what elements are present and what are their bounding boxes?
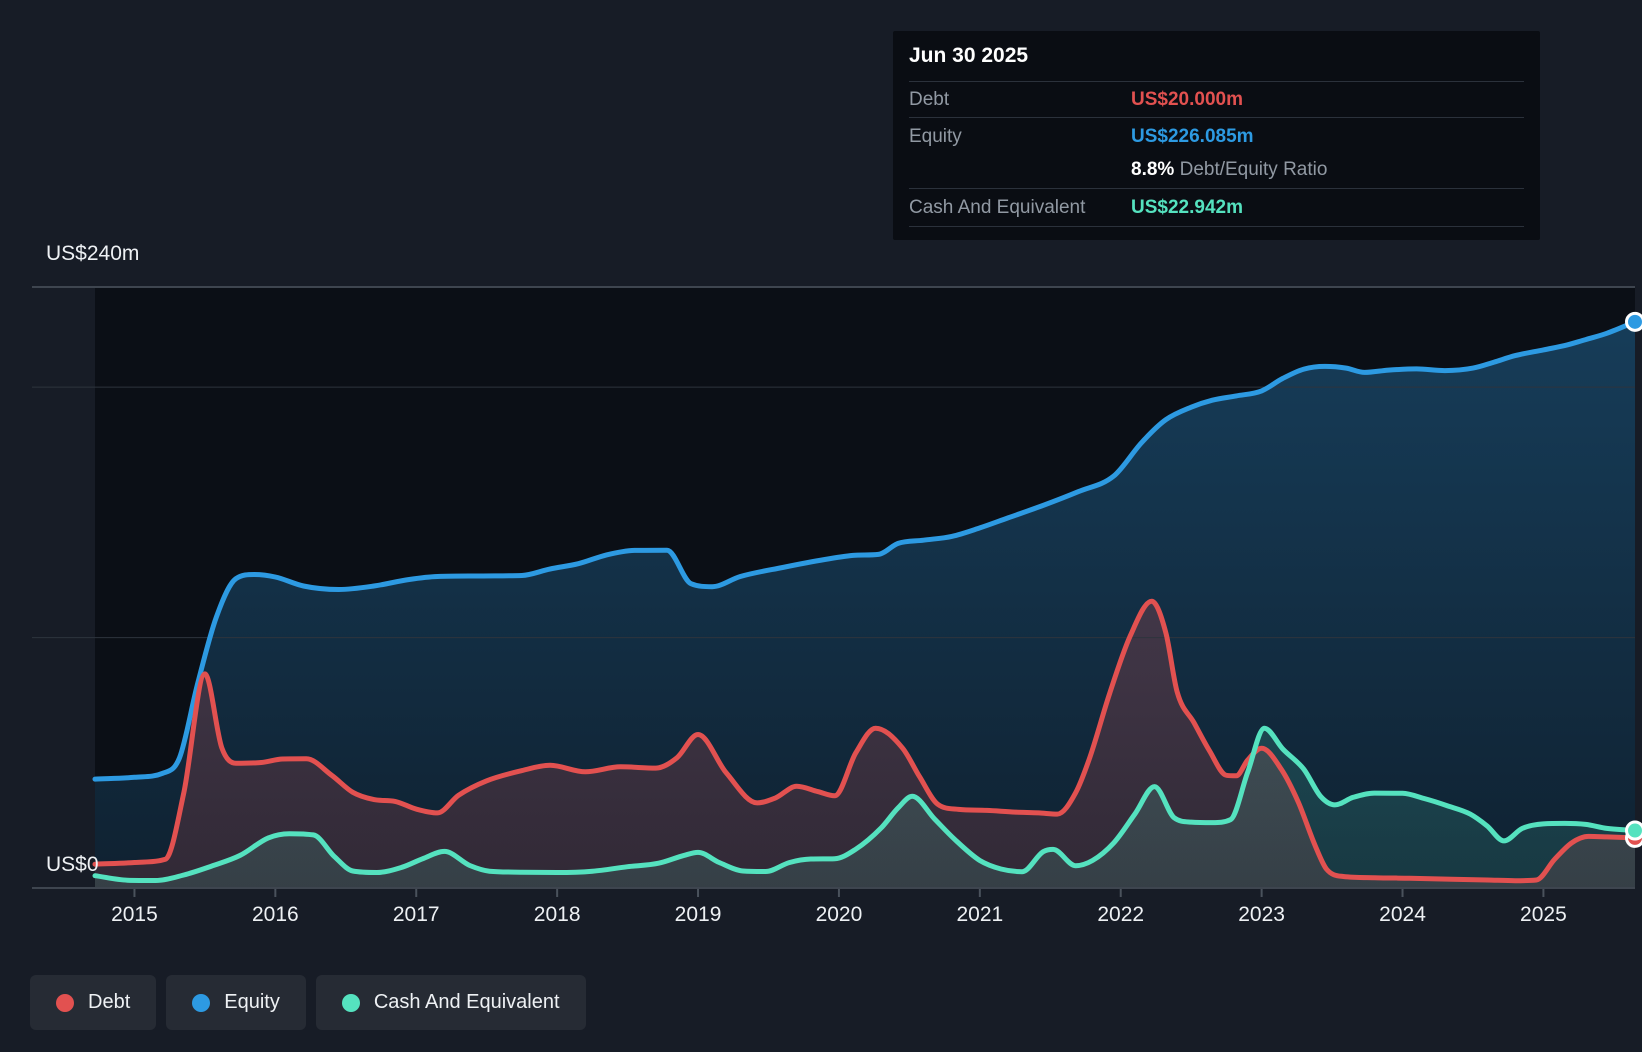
x-label-2023: 2023 <box>1238 903 1285 926</box>
x-label-2020: 2020 <box>816 903 863 926</box>
x-label-2024: 2024 <box>1379 903 1426 926</box>
tooltip-ratio-value: 8.8% <box>1131 159 1174 180</box>
cash-endpoint-marker[interactable] <box>1627 822 1642 839</box>
x-label-2022: 2022 <box>1097 903 1144 926</box>
legend-item-cash[interactable]: Cash And Equivalent <box>316 975 586 1030</box>
y-label-max: US$240m <box>46 242 139 265</box>
tooltip-ratio-label: Debt/Equity Ratio <box>1174 159 1327 180</box>
legend-item-equity[interactable]: Equity <box>166 975 306 1030</box>
legend-cash-label: Cash And Equivalent <box>374 991 560 1014</box>
tooltip-cash-label: Cash And Equivalent <box>909 197 1131 219</box>
tooltip-debt-value: US$20.000m <box>1131 89 1243 111</box>
x-label-2021: 2021 <box>956 903 1003 926</box>
tooltip-row-debt: Debt US$20.000m <box>909 82 1524 118</box>
tooltip-equity-label: Equity <box>909 126 1131 148</box>
legend-equity-label: Equity <box>224 991 280 1014</box>
tooltip-equity-value: US$226.085m <box>1131 126 1254 148</box>
tooltip-row-cash: Cash And Equivalent US$22.942m <box>909 189 1524 227</box>
debt-equity-history-chart: 2015 2016 2017 2018 2019 2020 2021 2022 2023 2024… <box>0 0 1642 1052</box>
x-label-2015: 2015 <box>111 903 158 926</box>
legend-debt-label: Debt <box>88 991 130 1014</box>
tooltip-date: Jun 30 2025 <box>909 31 1524 82</box>
cash-dot-icon <box>342 994 360 1012</box>
x-label-2019: 2019 <box>675 903 722 926</box>
equity-endpoint-marker[interactable] <box>1627 313 1642 330</box>
tooltip-debt-label: Debt <box>909 89 1131 111</box>
y-label-zero: US$0 <box>46 853 99 876</box>
tooltip-row-ratio: 8.8% Debt/Equity Ratio <box>909 153 1524 189</box>
x-label-2017: 2017 <box>393 903 440 926</box>
x-label-2025: 2025 <box>1520 903 1567 926</box>
legend-item-debt[interactable]: Debt <box>30 975 156 1030</box>
x-label-2018: 2018 <box>534 903 581 926</box>
debt-dot-icon <box>56 994 74 1012</box>
tooltip-cash-value: US$22.942m <box>1131 197 1243 219</box>
chart-tooltip: Jun 30 2025 Debt US$20.000m Equity US$22… <box>893 31 1540 240</box>
equity-dot-icon <box>192 994 210 1012</box>
x-label-2016: 2016 <box>252 903 299 926</box>
chart-legend: Debt Equity Cash And Equivalent <box>30 975 586 1030</box>
tooltip-row-equity: Equity US$226.085m <box>909 118 1524 153</box>
